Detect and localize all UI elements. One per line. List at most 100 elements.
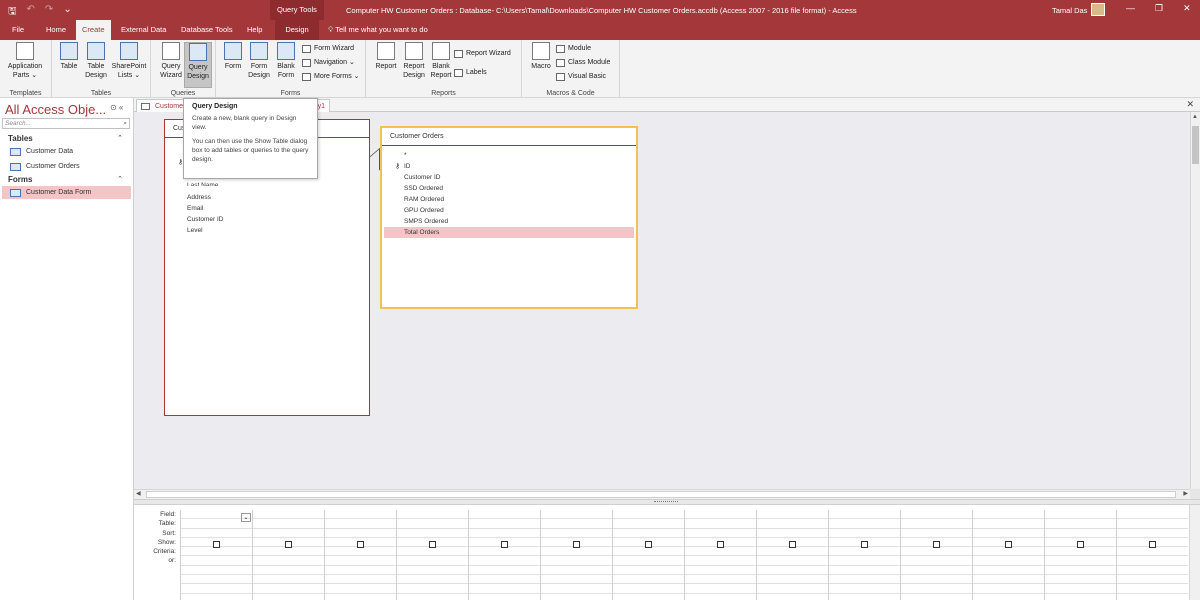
tab-help[interactable]: Help <box>241 20 268 40</box>
grid-cell[interactable] <box>253 584 324 594</box>
grid-cell[interactable] <box>469 519 540 529</box>
grid-cell[interactable] <box>397 529 468 538</box>
grid-cell[interactable] <box>1117 519 1188 529</box>
grid-scrollbar[interactable] <box>1189 505 1200 600</box>
grid-cell[interactable] <box>181 566 252 576</box>
show-checkbox[interactable] <box>933 541 940 548</box>
tab-database-tools[interactable]: Database Tools <box>175 20 239 40</box>
tell-me-search[interactable]: 💡︎ Tell me what you want to do <box>328 20 428 40</box>
query-wizard-button[interactable]: Query Wizard <box>157 42 185 80</box>
grid-cell[interactable] <box>829 566 900 576</box>
navigation-button[interactable]: Navigation ⌄ <box>302 58 355 68</box>
grid-cell[interactable] <box>973 529 1044 538</box>
splitter-grip[interactable] <box>654 501 678 503</box>
field-item[interactable]: Customer ID <box>384 172 634 183</box>
grid-cell[interactable] <box>757 510 828 520</box>
grid-column[interactable] <box>468 510 540 600</box>
grid-cell[interactable] <box>685 557 756 566</box>
grid-column[interactable] <box>1044 510 1116 600</box>
grid-cell[interactable] <box>325 557 396 566</box>
grid-cell[interactable] <box>253 519 324 529</box>
nav-pane-controls[interactable]: ⊙ « <box>110 103 123 112</box>
field-item[interactable]: Customer ID <box>167 214 367 225</box>
grid-cell[interactable] <box>469 529 540 538</box>
grid-cell[interactable] <box>613 566 684 576</box>
field-item[interactable]: Email <box>167 203 367 214</box>
grid-column[interactable] <box>756 510 828 600</box>
grid-cell[interactable] <box>901 575 972 585</box>
grid-cell[interactable] <box>685 575 756 585</box>
class-module-button[interactable]: Class Module <box>556 58 610 68</box>
macro-button[interactable]: Macro <box>528 42 554 71</box>
close-document-button[interactable]: ✕ <box>1186 99 1194 110</box>
grid-cell[interactable] <box>325 529 396 538</box>
grid-cell[interactable] <box>325 566 396 576</box>
grid-cell[interactable] <box>397 519 468 529</box>
grid-cell[interactable] <box>1117 584 1188 594</box>
scroll-right-icon[interactable]: ▶ <box>1183 490 1188 497</box>
grid-column[interactable] <box>252 510 324 600</box>
grid-cell[interactable] <box>325 510 396 520</box>
grid-cell[interactable] <box>973 547 1044 557</box>
field-item[interactable]: SSD Ordered <box>384 183 634 194</box>
scroll-thumb[interactable] <box>146 491 1176 498</box>
blank-report-button[interactable]: Blank Report <box>427 42 455 80</box>
grid-cell[interactable] <box>253 510 324 520</box>
field-list-customer-orders[interactable]: Customer Orders * ⚷ ID Customer ID SSD O… <box>380 126 638 309</box>
show-checkbox[interactable] <box>285 541 292 548</box>
grid-cell[interactable] <box>541 510 612 520</box>
scroll-thumb[interactable] <box>1192 126 1199 164</box>
grid-cell[interactable] <box>469 557 540 566</box>
undo-icon[interactable]: ↶ <box>27 4 35 21</box>
grid-cell[interactable] <box>757 557 828 566</box>
grid-cell[interactable] <box>901 510 972 520</box>
grid-cell[interactable] <box>1045 510 1116 520</box>
show-checkbox[interactable] <box>1077 541 1084 548</box>
grid-cell[interactable] <box>541 529 612 538</box>
grid-column[interactable]: ⌄ <box>180 510 252 600</box>
table-button[interactable]: Table <box>56 42 82 71</box>
field-item-all[interactable]: * <box>384 150 634 161</box>
grid-cell[interactable] <box>613 547 684 557</box>
grid-cell[interactable] <box>685 584 756 594</box>
customize-qat-icon[interactable]: ⌄ <box>63 4 71 21</box>
vertical-scrollbar[interactable]: ▲ <box>1190 112 1200 489</box>
grid-cell[interactable] <box>1045 519 1116 529</box>
form-button[interactable]: Form <box>220 42 246 71</box>
show-checkbox[interactable] <box>717 541 724 548</box>
grid-cell[interactable] <box>541 557 612 566</box>
grid-cell[interactable] <box>613 519 684 529</box>
nav-pane-title[interactable]: All Access Obje... <box>5 102 106 117</box>
grid-cell[interactable] <box>397 584 468 594</box>
report-wizard-button[interactable]: Report Wizard <box>454 49 511 59</box>
grid-cell[interactable] <box>973 584 1044 594</box>
tab-create[interactable]: Create <box>76 20 111 40</box>
field-item[interactable]: Last Name <box>167 180 367 186</box>
field-dropdown-icon[interactable]: ⌄ <box>241 513 251 522</box>
blank-form-button[interactable]: Blank Form <box>273 42 299 80</box>
grid-cell[interactable] <box>613 575 684 585</box>
grid-cell[interactable] <box>1117 575 1188 585</box>
report-button[interactable]: Report <box>372 42 400 71</box>
show-checkbox[interactable] <box>789 541 796 548</box>
grid-cell[interactable] <box>1045 584 1116 594</box>
show-checkbox[interactable] <box>861 541 868 548</box>
tab-external-data[interactable]: External Data <box>115 20 172 40</box>
grid-cell[interactable] <box>181 575 252 585</box>
grid-cell[interactable] <box>901 529 972 538</box>
grid-cell[interactable] <box>541 547 612 557</box>
minimize-button[interactable]: — <box>1126 3 1135 14</box>
module-button[interactable]: Module <box>556 44 591 54</box>
grid-cell[interactable] <box>325 575 396 585</box>
grid-cell[interactable] <box>253 529 324 538</box>
nav-section-forms[interactable]: Forms ⌃ <box>0 174 133 186</box>
grid-cell[interactable] <box>685 519 756 529</box>
grid-cell[interactable] <box>829 519 900 529</box>
field-item[interactable]: RAM Ordered <box>384 194 634 205</box>
grid-column[interactable] <box>684 510 756 600</box>
nav-item-customer-data[interactable]: Customer Data <box>2 145 131 158</box>
grid-cell[interactable] <box>613 557 684 566</box>
grid-cell[interactable] <box>901 519 972 529</box>
grid-cell[interactable] <box>685 566 756 576</box>
table-design-button[interactable]: Table Design <box>82 42 110 80</box>
